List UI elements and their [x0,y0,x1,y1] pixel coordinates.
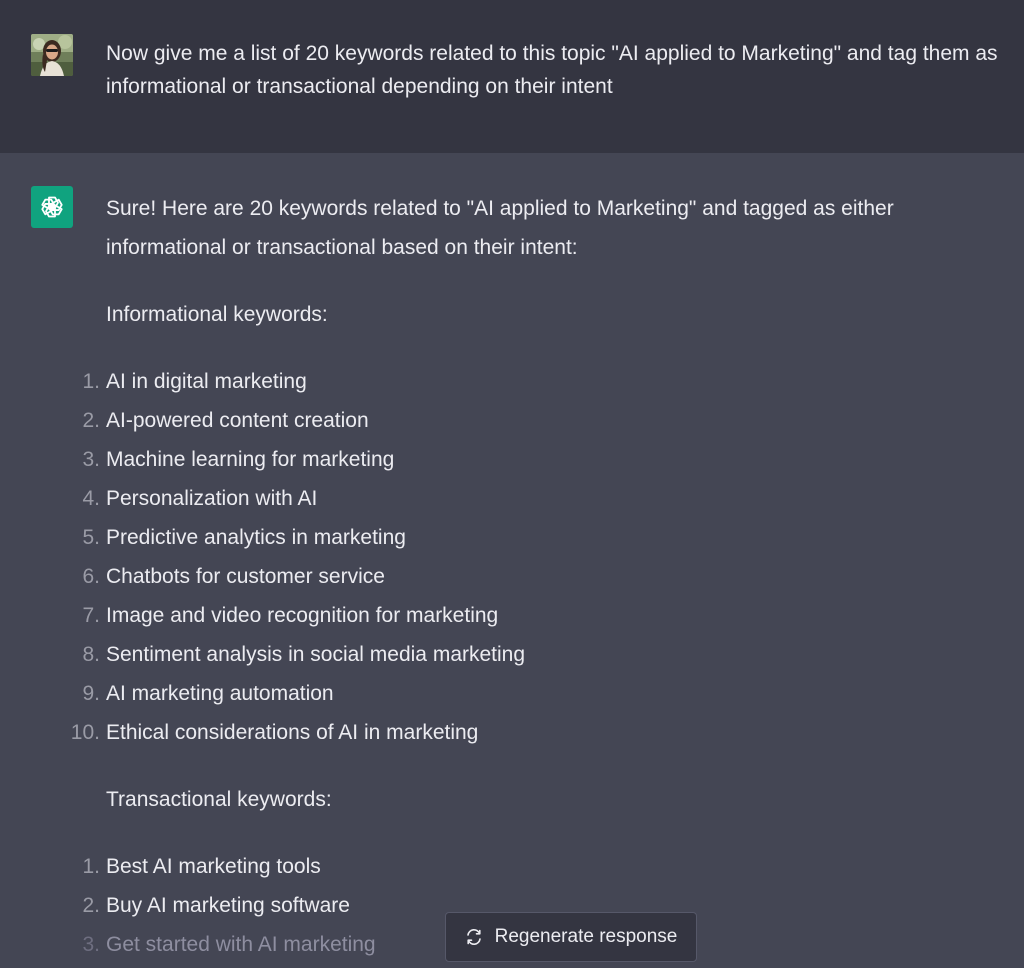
keyword-text: Best AI marketing tools [106,855,321,878]
keyword-text: Personalization with AI [106,487,318,510]
transactional-heading: Transactional keywords: [106,788,332,811]
informational-heading: Informational keywords: [106,303,328,326]
list-number: 3. [82,933,100,956]
user-message-text: Now give me a list of 20 keywords relate… [106,42,998,98]
assistant-message: Sure! Here are 20 keywords related to "A… [0,153,1024,968]
regenerate-response-label: Regenerate response [494,926,678,947]
keyword-text: Image and video recognition for marketin… [106,604,499,627]
list-item: 6. Chatbots for customer service [82,557,986,596]
list-item: 1. Best AI marketing tools [82,847,986,886]
list-number: 7. [82,604,100,627]
keyword-text: Chatbots for customer service [106,565,385,588]
keyword-text: AI in digital marketing [106,370,307,393]
keyword-text: Machine learning for marketing [106,448,395,471]
keyword-text: Sentiment analysis in social media marke… [106,643,526,666]
assistant-intro-text: Sure! Here are 20 keywords related to "A… [106,197,894,259]
openai-logo-icon [31,186,73,228]
informational-keyword-list: 1. AI in digital marketing 2. AI-powered c… [71,362,986,752]
user-message: Now give me a list of 20 keywords relate… [0,0,1024,153]
list-number: 3. [82,448,100,471]
keyword-text: Ethical considerations of AI in marketin… [106,721,479,744]
list-item: 10. Ethical considerations of AI in marke… [71,713,986,752]
list-item: 4. Personalization with AI [82,479,986,518]
list-item: 8. Sentiment analysis in social media mar… [82,635,986,674]
list-number: 1. [82,370,100,393]
list-item: 9. AI marketing automation [82,674,986,713]
list-number: 10. [70,721,100,744]
list-number: 1. [82,855,100,878]
list-number: 6. [82,565,100,588]
refresh-icon [465,927,485,947]
list-number: 4. [82,487,100,510]
regenerate-response-button[interactable]: Regenerate response [445,912,697,962]
list-item: 1. AI in digital marketing [82,362,986,401]
assistant-message-content: Sure! Here are 20 keywords related to "A… [71,189,986,964]
keyword-text: Get started with AI marketing [106,933,376,956]
keyword-text: AI marketing automation [106,682,334,705]
list-number: 8. [82,643,100,666]
list-number: 5. [82,526,100,549]
list-number: 2. [82,894,100,917]
list-number: 2. [82,409,100,432]
keyword-text: Buy AI marketing software [106,894,350,917]
user-photo-avatar [31,34,73,76]
list-number: 9. [82,682,100,705]
keyword-text: AI-powered content creation [106,409,369,432]
list-item: 3. Machine learning for marketing [82,440,986,479]
keyword-text: Predictive analytics in marketing [106,526,406,549]
list-item: 5. Predictive analytics in marketing [82,518,986,557]
list-item: 7. Image and video recognition for market… [82,596,986,635]
list-item: 2. AI-powered content creation [82,401,986,440]
